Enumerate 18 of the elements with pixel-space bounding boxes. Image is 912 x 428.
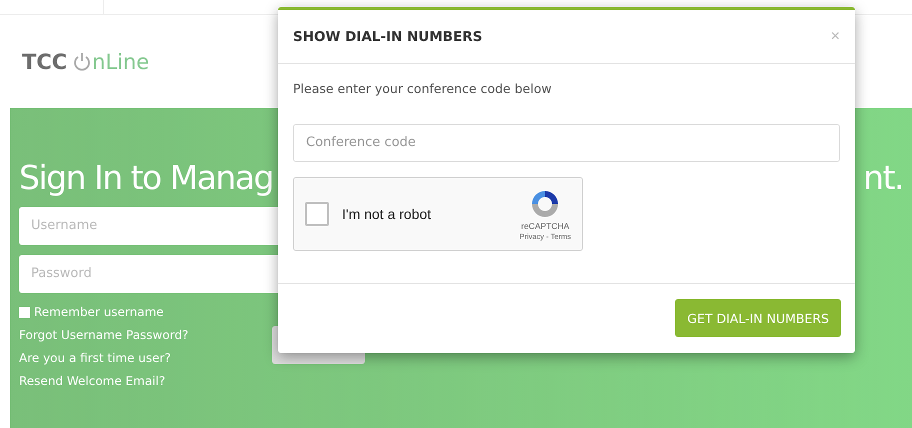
logo-product: nLine <box>73 50 150 74</box>
get-dial-in-numbers-button[interactable]: GET DIAL-IN NUMBERS <box>675 299 841 337</box>
remember-checkbox[interactable] <box>19 306 30 318</box>
modal-prompt: Please enter your conference code below <box>293 81 553 96</box>
remember-label: Remember username <box>34 305 164 319</box>
recaptcha-brand: reCAPTCHA <box>521 220 570 230</box>
captcha-label: I'm not a robot <box>342 206 432 222</box>
conference-code-field[interactable]: Conference code <box>293 124 840 162</box>
help-link[interactable]: Resend Welcome Email? <box>19 374 166 388</box>
captcha-checkbox[interactable] <box>305 202 329 226</box>
help-link[interactable]: Are you a first time user? <box>19 351 171 365</box>
help-link[interactable]: Forgot Username Password? <box>19 328 188 342</box>
logo-brand: TCC <box>22 50 68 74</box>
close-button[interactable]: × <box>830 28 840 46</box>
hero-heading: Sign In to Manag <box>19 158 274 197</box>
power-icon <box>73 52 92 72</box>
hero-heading: nt. <box>863 158 903 197</box>
modal-title: SHOW DIAL-IN NUMBERS <box>293 28 482 44</box>
